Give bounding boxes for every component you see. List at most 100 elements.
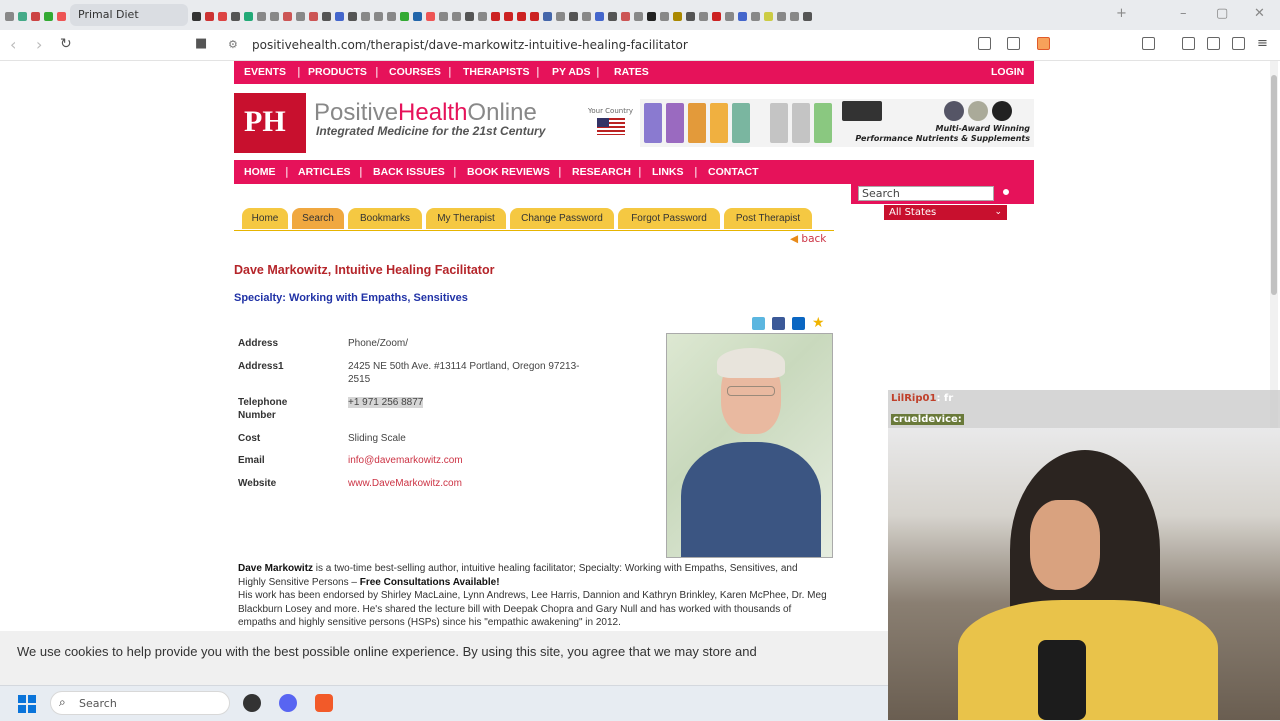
tab-favicon-icon[interactable]: [582, 12, 591, 21]
tab-post-therapist[interactable]: Post Therapist: [724, 208, 812, 229]
us-flag-icon[interactable]: [597, 118, 625, 135]
forward-nav-icon[interactable]: ›: [36, 35, 42, 54]
nav-courses[interactable]: COURSES: [389, 66, 441, 78]
nav-py-ads[interactable]: PY ADS: [552, 66, 591, 78]
tab-favicon-icon[interactable]: [543, 12, 552, 21]
tab-favicon-icon[interactable]: [751, 12, 760, 21]
tab-favicon-icon[interactable]: [569, 12, 578, 21]
tab-favicon-icon[interactable]: [764, 12, 773, 21]
nav-rates[interactable]: RATES: [614, 66, 649, 78]
tab-favicon-icon[interactable]: [660, 12, 669, 21]
facebook-icon[interactable]: [772, 317, 785, 330]
reader-mode-icon[interactable]: [978, 37, 991, 50]
tab-favicon-icon[interactable]: [426, 12, 435, 21]
nav-therapists[interactable]: THERAPISTS: [463, 66, 530, 78]
address-bar[interactable]: positivehealth.com/therapist/dave-markow…: [252, 38, 688, 52]
tab-favicon-icon[interactable]: [31, 12, 40, 21]
tab-favicon-icon[interactable]: [387, 12, 396, 21]
sidebar-icon[interactable]: [1232, 37, 1245, 50]
nav-links[interactable]: LINKS: [652, 166, 684, 178]
tab-strip-icons[interactable]: [190, 8, 1110, 22]
close-window-icon[interactable]: ✕: [1254, 6, 1265, 21]
tab-favicon-icon[interactable]: [400, 12, 409, 21]
brave-browser-icon[interactable]: [315, 694, 333, 712]
website-link[interactable]: www.DaveMarkowitz.com: [348, 477, 588, 490]
tab-favicon-icon[interactable]: [322, 12, 331, 21]
tab-favicon-icon[interactable]: [491, 12, 500, 21]
brave-shield-icon[interactable]: [1037, 37, 1050, 50]
maximize-icon[interactable]: ▢: [1216, 6, 1228, 21]
discord-icon[interactable]: [279, 694, 297, 712]
menu-icon[interactable]: ≡: [1257, 36, 1268, 51]
tab-favicon-icon[interactable]: [738, 12, 747, 21]
tab-favicon-icon[interactable]: [270, 12, 279, 21]
tab-favicon-icon[interactable]: [647, 12, 656, 21]
tab-favicon-icon[interactable]: [218, 12, 227, 21]
screenshot-icon[interactable]: [1142, 37, 1155, 50]
login-link[interactable]: LOGIN: [991, 66, 1024, 78]
tab-favicon-icon[interactable]: [712, 12, 721, 21]
tab-favicon-icon[interactable]: [452, 12, 461, 21]
tab-favicon-icon[interactable]: [530, 12, 539, 21]
tab-favicon-icon[interactable]: [725, 12, 734, 21]
tab-favicon-icon[interactable]: [465, 12, 474, 21]
tab-favicon-icon[interactable]: [439, 12, 448, 21]
nav-research[interactable]: RESEARCH: [572, 166, 631, 178]
downloads-icon[interactable]: [1182, 37, 1195, 50]
nav-home[interactable]: HOME: [244, 166, 276, 178]
tab-favicon-icon[interactable]: [5, 12, 14, 21]
tab-change-password[interactable]: Change Password: [510, 208, 614, 229]
tab-favicon-icon[interactable]: [348, 12, 357, 21]
tab-favicon-icon[interactable]: [699, 12, 708, 21]
tab-favicon-icon[interactable]: [283, 12, 292, 21]
tab-favicon-icon[interactable]: [517, 12, 526, 21]
back-link[interactable]: ◀ back: [790, 233, 826, 245]
tab-favicon-icon[interactable]: [686, 12, 695, 21]
active-tab[interactable]: Primal Diet Coaching: [70, 4, 188, 43]
tab-favicon-icon[interactable]: [374, 12, 383, 21]
site-search-input[interactable]: Search: [858, 186, 994, 201]
favorite-star-icon[interactable]: ★: [812, 315, 825, 331]
tab-favicon-icon[interactable]: [504, 12, 513, 21]
tab-favicon-icon[interactable]: [18, 12, 27, 21]
tab-favicon-icon[interactable]: [478, 12, 487, 21]
search-icon[interactable]: [1001, 187, 1011, 197]
reload-icon[interactable]: ↻: [60, 36, 72, 52]
tab-favicon-icon[interactable]: [205, 12, 214, 21]
tab-favicon-icon[interactable]: [335, 12, 344, 21]
nav-products[interactable]: PRODUCTS: [308, 66, 367, 78]
tab-favicon-icon[interactable]: [790, 12, 799, 21]
nav-contact[interactable]: CONTACT: [708, 166, 759, 178]
ph-logo[interactable]: PH: [234, 93, 306, 153]
tab-favicon-icon[interactable]: [634, 12, 643, 21]
brand-name[interactable]: PositiveHealthOnline: [314, 99, 537, 127]
tab-favicon-icon[interactable]: [621, 12, 630, 21]
tab-favicon-icon[interactable]: [413, 12, 422, 21]
tab-favicon-icon[interactable]: [244, 12, 253, 21]
nav-articles[interactable]: ARTICLES: [298, 166, 351, 178]
scrollbar-thumb[interactable]: [1271, 75, 1277, 295]
linkedin-icon[interactable]: [792, 317, 805, 330]
site-info-icon[interactable]: ⚙: [228, 38, 238, 51]
supplements-banner-ad[interactable]: Multi-Award Winning Performance Nutrients…: [640, 99, 1034, 147]
tab-favicon-icon[interactable]: [608, 12, 617, 21]
tab-home[interactable]: Home: [242, 208, 288, 229]
tab-favicon-icon[interactable]: [673, 12, 682, 21]
tab-favicon-icon[interactable]: [361, 12, 370, 21]
new-tab-icon[interactable]: +: [1116, 6, 1127, 21]
tab-favicon-icon[interactable]: [192, 12, 201, 21]
back-nav-icon[interactable]: ‹: [10, 35, 16, 54]
nav-back-issues[interactable]: BACK ISSUES: [373, 166, 445, 178]
email-link[interactable]: info@davemarkowitz.com: [348, 454, 588, 467]
minimize-icon[interactable]: –: [1180, 6, 1187, 21]
taskbar-search[interactable]: ⌕ Search: [50, 691, 230, 715]
tab-favicon-icon[interactable]: [231, 12, 240, 21]
tab-favicon-icon[interactable]: [777, 12, 786, 21]
twitter-icon[interactable]: [752, 317, 765, 330]
nav-book-reviews[interactable]: BOOK REVIEWS: [467, 166, 550, 178]
tab-favicon-icon[interactable]: [296, 12, 305, 21]
tab-favicon-icon[interactable]: [57, 12, 66, 21]
windows-start-icon[interactable]: [18, 695, 36, 713]
media-icon[interactable]: [1207, 37, 1220, 50]
tab-favicon-icon[interactable]: [595, 12, 604, 21]
